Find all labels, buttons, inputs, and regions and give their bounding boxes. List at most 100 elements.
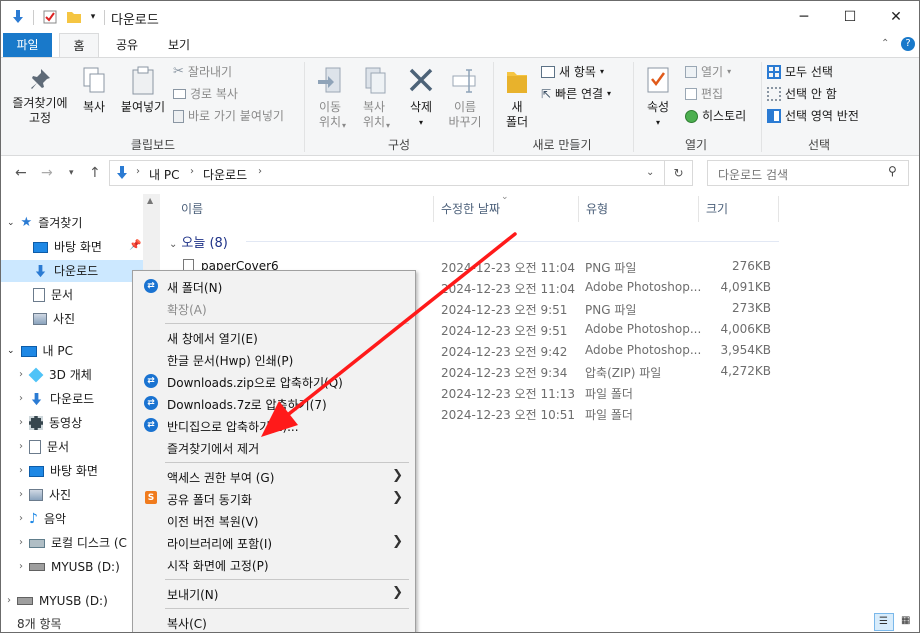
close-button[interactable]: ✕ xyxy=(873,1,919,33)
select-none-button[interactable]: 선택 안 함 xyxy=(767,84,837,104)
properties-quick-icon[interactable] xyxy=(41,8,59,26)
tab-view[interactable]: 보기 xyxy=(157,33,201,57)
nav-desktop[interactable]: 바탕 화면 xyxy=(33,236,102,258)
nav-local-disk[interactable]: › 로컬 디스크 (C xyxy=(19,532,127,554)
column-divider[interactable] xyxy=(698,196,699,222)
copy-to-button[interactable]: 복사 위치 ▾ xyxy=(353,66,395,130)
help-icon[interactable]: ? xyxy=(901,37,915,51)
menu-restore-versions[interactable]: 이전 버전 복원(V) xyxy=(135,509,413,531)
download-folder-icon[interactable] xyxy=(9,8,27,26)
column-size[interactable]: 크기 xyxy=(706,200,728,217)
new-folder-button[interactable]: 새 폴더 xyxy=(497,66,537,130)
maximize-button[interactable]: ☐ xyxy=(827,1,873,33)
nav-pc-desktop[interactable]: › 바탕 화면 xyxy=(19,460,98,482)
nav-pc-documents[interactable]: › 문서 xyxy=(19,436,69,458)
history-button[interactable]: 히스토리 xyxy=(685,106,746,126)
recent-locations-icon[interactable]: ▾ xyxy=(69,168,74,178)
ribbon-collapse-icon[interactable]: ⌃ xyxy=(881,38,889,49)
up-arrow-icon[interactable]: ↑ xyxy=(89,165,101,181)
chevron-right-icon[interactable]: › xyxy=(19,460,23,482)
breadcrumb-this-pc[interactable]: 내 PC xyxy=(149,166,179,183)
address-bar[interactable]: › 내 PC › 다운로드 › ⌄ xyxy=(109,160,665,186)
large-icons-view-button[interactable]: ▦ xyxy=(897,613,917,631)
chevron-right-icon[interactable]: › xyxy=(19,556,23,578)
properties-button[interactable]: 속성 ▾ xyxy=(637,66,679,130)
quick-access-node[interactable]: ⌄ ★ 즐겨찾기 xyxy=(7,212,82,234)
nav-pc-downloads[interactable]: › 다운로드 xyxy=(19,388,94,410)
menu-compress-zip[interactable]: ⇄ Downloads.zip으로 압축하기(Q) xyxy=(135,370,413,392)
invert-selection-button[interactable]: 선택 영역 반전 xyxy=(767,106,859,126)
menu-send-to[interactable]: 보내기(N) ❯ xyxy=(135,582,413,604)
menu-open-new-window[interactable]: 새 창에서 열기(E) xyxy=(135,326,413,348)
address-dropdown-icon[interactable]: ⌄ xyxy=(646,167,654,178)
column-divider[interactable] xyxy=(578,196,579,222)
bandizip-icon: ⇄ xyxy=(144,279,158,293)
menu-pin-start[interactable]: 시작 화면에 고정(P) xyxy=(135,553,413,575)
menu-compress-7z[interactable]: ⇄ Downloads.7z로 압축하기(7) xyxy=(135,392,413,414)
chevron-right-icon[interactable]: › xyxy=(19,532,23,554)
refresh-button[interactable]: ↻ xyxy=(665,160,693,186)
rename-button[interactable]: 이름 바꾸기 xyxy=(443,66,487,130)
column-type[interactable]: 유형 xyxy=(586,200,608,217)
delete-button[interactable]: 삭제 ▾ xyxy=(399,66,443,130)
paste-button[interactable]: 붙여넣기 xyxy=(115,66,171,115)
column-divider[interactable] xyxy=(778,196,779,222)
move-to-button[interactable]: 이동 위치 ▾ xyxy=(309,66,351,130)
menu-include-library[interactable]: 라이브러리에 포함(I) ❯ xyxy=(135,531,413,553)
chevron-down-icon[interactable]: ⌄ xyxy=(7,340,15,362)
nav-music[interactable]: › ♪ 음악 xyxy=(19,508,66,530)
column-name[interactable]: 이름 xyxy=(181,200,203,217)
menu-expand[interactable]: 확장(A) xyxy=(135,297,413,319)
nav-3d-objects[interactable]: › 3D 개체 xyxy=(19,364,92,386)
chevron-right-icon[interactable]: › xyxy=(7,590,11,612)
new-folder-quick-icon[interactable] xyxy=(65,8,83,26)
column-divider[interactable] xyxy=(433,196,434,222)
tab-file[interactable]: 파일 xyxy=(3,33,52,57)
nav-downloads[interactable]: 다운로드 xyxy=(1,260,143,282)
chevron-right-icon[interactable]: › xyxy=(19,412,23,434)
back-arrow-icon[interactable]: ← xyxy=(15,165,27,181)
paste-shortcut-button[interactable]: 바로 가기 붙여넣기 xyxy=(173,106,284,126)
customize-quick-access-icon[interactable]: ▾ xyxy=(87,8,99,26)
chevron-right-icon[interactable]: › xyxy=(19,388,23,410)
scroll-up-icon[interactable]: ▲ xyxy=(147,196,153,205)
tab-home[interactable]: 홈 xyxy=(59,33,99,58)
new-item-button[interactable]: 새 항목 ▾ xyxy=(541,62,604,82)
menu-compress-bandizip[interactable]: ⇄ 반디집으로 압축하기(E)... xyxy=(135,414,413,436)
column-modified[interactable]: 수정한 날짜 xyxy=(441,200,500,217)
chevron-right-icon[interactable]: › xyxy=(19,508,23,530)
menu-print-hwp[interactable]: 한글 문서(Hwp) 인쇄(P) xyxy=(135,348,413,370)
easy-access-button[interactable]: ⇱ 빠른 연결 ▾ xyxy=(541,84,611,104)
nav-pictures[interactable]: 사진 xyxy=(33,308,75,330)
cut-button[interactable]: ✂ 잘라내기 xyxy=(173,62,232,82)
nav-videos[interactable]: › 동영상 xyxy=(19,412,82,434)
copy-button[interactable]: 복사 xyxy=(75,66,113,115)
chevron-down-icon[interactable]: ⌄ xyxy=(7,212,15,234)
nav-pc-pictures[interactable]: › 사진 xyxy=(19,484,71,506)
menu-copy[interactable]: 복사(C) xyxy=(135,611,413,632)
breadcrumb-downloads[interactable]: 다운로드 xyxy=(203,166,247,183)
search-box[interactable]: 다운로드 검색 ⚲ xyxy=(707,160,909,186)
group-header-today[interactable]: ⌄ 오늘 (8) xyxy=(169,232,228,251)
nav-documents[interactable]: 문서 xyxy=(33,284,73,306)
menu-sync-shared-folder[interactable]: S 공유 폴더 동기화 ❯ xyxy=(135,487,413,509)
chevron-right-icon[interactable]: › xyxy=(19,436,23,458)
this-pc-node[interactable]: ⌄ 내 PC xyxy=(7,340,73,362)
search-icon[interactable]: ⚲ xyxy=(888,164,897,178)
nav-usb-drive[interactable]: › MYUSB (D:) xyxy=(19,556,120,578)
chevron-right-icon[interactable]: › xyxy=(19,364,23,386)
menu-give-access[interactable]: 액세스 권한 부여 (G) ❯ xyxy=(135,465,413,487)
forward-arrow-icon[interactable]: → xyxy=(41,165,53,181)
menu-new-folder[interactable]: ⇄ 새 폴더(N) xyxy=(135,275,413,297)
tab-share[interactable]: 공유 xyxy=(107,33,147,57)
select-all-button[interactable]: 모두 선택 xyxy=(767,62,833,82)
copy-path-button[interactable]: 경로 복사 xyxy=(173,84,238,104)
menu-remove-quick-access[interactable]: 즐겨찾기에서 제거 xyxy=(135,436,413,458)
open-button[interactable]: 열기 ▾ xyxy=(685,62,731,82)
edit-button[interactable]: 편집 xyxy=(685,84,723,104)
chevron-right-icon[interactable]: › xyxy=(19,484,23,506)
pin-quick-access-button[interactable]: 즐겨찾기에 고정 xyxy=(5,66,75,126)
minimize-button[interactable]: ─ xyxy=(781,1,827,33)
nav-usb-root[interactable]: › MYUSB (D:) xyxy=(7,590,108,612)
details-view-button[interactable]: ☰ xyxy=(874,613,894,631)
